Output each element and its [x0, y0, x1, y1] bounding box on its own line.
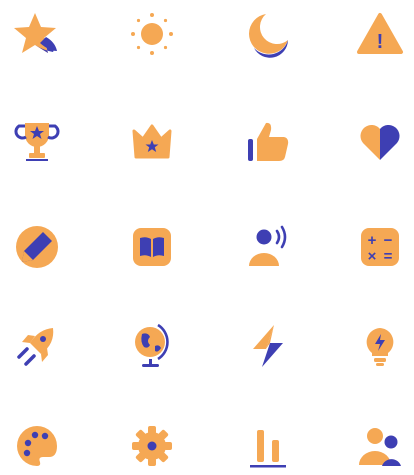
moon-icon [240, 6, 296, 62]
warning-icon: ! [352, 6, 408, 62]
sun-icon [124, 6, 180, 62]
bar-chart-icon [240, 418, 296, 474]
crown-icon [124, 113, 180, 169]
star-icon [9, 6, 65, 62]
rocket-icon [9, 318, 65, 374]
calc-key-plus: + [368, 232, 377, 249]
calc-key-times: × [368, 248, 377, 265]
warning-mark: ! [377, 31, 384, 53]
icon-grid: ! + − × = [0, 0, 414, 475]
speaking-user-icon [240, 219, 296, 275]
gear-icon [124, 418, 180, 474]
lightning-icon [240, 318, 296, 374]
globe-icon [124, 318, 180, 374]
calc-key-minus: − [384, 232, 393, 249]
pencil-icon [9, 219, 65, 275]
book-icon [124, 219, 180, 275]
thumbs-up-icon [240, 113, 296, 169]
lightbulb-icon [352, 318, 408, 374]
calc-key-equals: = [384, 248, 393, 265]
users-icon [352, 418, 408, 474]
heart-icon [352, 113, 408, 169]
trophy-icon [9, 113, 65, 169]
palette-icon [9, 418, 65, 474]
calculator-icon: + − × = [352, 219, 408, 275]
